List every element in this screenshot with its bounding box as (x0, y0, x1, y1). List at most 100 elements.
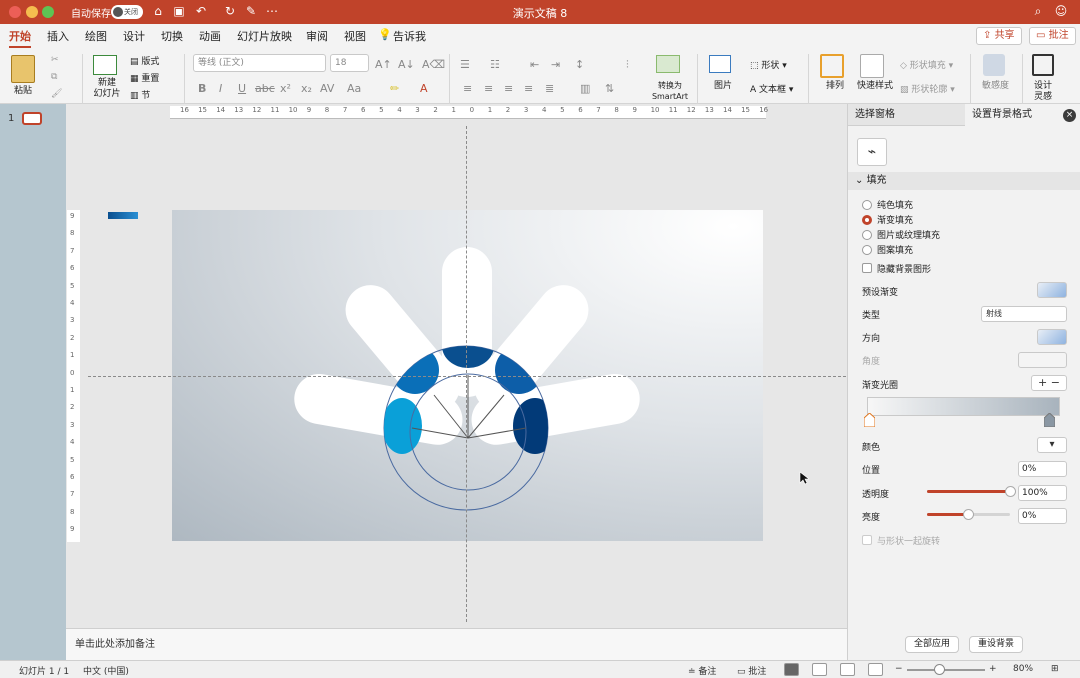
reset-button[interactable]: ▦ 重置 (130, 71, 159, 84)
slide-sorter-button[interactable] (812, 663, 827, 676)
align-center-icon[interactable]: ≡ (484, 82, 493, 95)
transparency-slider[interactable] (927, 486, 1016, 497)
language-status[interactable]: 中文 (中国) (83, 664, 129, 677)
brightness-slider[interactable] (927, 509, 1010, 520)
share-button[interactable]: ⇪ 共享 (976, 27, 1022, 45)
horizontal-guide[interactable] (88, 376, 846, 377)
font-color-icon[interactable]: A (420, 82, 428, 95)
preset-gradient-dropdown[interactable] (1037, 282, 1067, 298)
rotate-with-shape-checkbox[interactable] (862, 535, 872, 545)
direction-dropdown[interactable] (1037, 329, 1067, 345)
slideshow-button[interactable] (868, 663, 883, 676)
transparency-slider-knob[interactable] (1004, 486, 1016, 497)
radio-gradient-fill[interactable] (862, 215, 872, 225)
bold-button[interactable]: B (198, 82, 206, 95)
zoom-level[interactable]: 80% (1013, 664, 1033, 674)
tab-insert[interactable]: 插入 (47, 28, 69, 44)
font-name-combo[interactable]: 等线 (正文) (193, 54, 326, 72)
char-spacing-button[interactable]: AV (320, 82, 334, 95)
hide-bg-graphics-checkbox[interactable] (862, 263, 872, 273)
superscript-button[interactable]: x² (280, 82, 291, 95)
gradient-bar[interactable] (867, 397, 1060, 416)
align-text-icon[interactable]: ⫶ (626, 58, 629, 72)
close-pane-icon[interactable]: × (1063, 109, 1076, 122)
numbering-icon[interactable]: ☷ (490, 58, 500, 71)
normal-view-button[interactable] (784, 663, 799, 676)
shape-outline-button[interactable]: ▧ 形状轮廓 ▾ (900, 82, 955, 95)
tab-slideshow[interactable]: 幻灯片放映 (237, 28, 292, 44)
copy-icon[interactable]: ⧉ (51, 72, 57, 82)
cut-icon[interactable]: ✂ (51, 55, 59, 65)
line-spacing-icon[interactable]: ↕ (575, 58, 584, 71)
add-remove-stop-buttons[interactable]: + − (1031, 375, 1067, 391)
distribute-icon[interactable]: ≣ (545, 82, 554, 95)
tab-draw[interactable]: 绘图 (85, 28, 107, 44)
comments-toggle[interactable]: ▭ 批注 (737, 664, 766, 677)
position-spinner[interactable]: 0% (1018, 461, 1067, 477)
paste-icon[interactable] (11, 55, 35, 83)
section-button[interactable]: ▥ 节 (130, 88, 150, 101)
zoom-out-icon[interactable]: − (895, 664, 903, 674)
clear-format-icon[interactable]: A⌫ (422, 58, 445, 71)
account-icon[interactable]: ☺ (1053, 3, 1069, 19)
reset-background-button[interactable]: 重设背景 (969, 636, 1024, 653)
highlight-icon[interactable]: ✏ (390, 82, 399, 95)
grow-font-icon[interactable]: A↑ (375, 58, 392, 71)
increase-indent-icon[interactable]: ⇥ (551, 58, 560, 71)
brightness-slider-knob[interactable] (963, 509, 974, 520)
arrange-icon[interactable] (820, 54, 844, 78)
bullets-icon[interactable]: ☰ (460, 58, 470, 71)
quick-styles-icon[interactable] (860, 54, 884, 78)
subscript-button[interactable]: x₂ (301, 82, 312, 95)
radio-picture-fill[interactable] (862, 230, 872, 240)
fill-section-header[interactable]: ⌄ 填充 (848, 172, 1080, 190)
designer-icon[interactable] (1032, 54, 1054, 76)
sensitivity-icon[interactable] (983, 54, 1005, 76)
decrease-indent-icon[interactable]: ⇤ (530, 58, 539, 71)
brightness-spinner[interactable]: 0% (1018, 508, 1067, 524)
underline-button[interactable]: U (238, 82, 246, 95)
justify-icon[interactable]: ≡ (524, 82, 533, 95)
tiny-shape[interactable] (108, 212, 138, 219)
tab-home[interactable]: 开始 (9, 28, 31, 48)
gradient-stop-right[interactable] (1044, 413, 1055, 427)
gradient-stop-left[interactable] (864, 413, 875, 427)
text-direction-icon[interactable]: ⇅ (605, 82, 614, 95)
change-case-button[interactable]: Aa (347, 82, 361, 95)
angle-spinner[interactable] (1018, 352, 1067, 368)
apply-all-button[interactable]: 全部应用 (905, 636, 960, 653)
comments-button[interactable]: ▭ 批注 (1029, 27, 1076, 45)
strikethrough-button[interactable]: abc (255, 82, 275, 95)
radio-solid-fill[interactable] (862, 200, 872, 210)
reading-view-button[interactable] (840, 663, 855, 676)
italic-button[interactable]: I (219, 82, 222, 95)
notes-toggle[interactable]: ≐ 备注 (688, 664, 716, 677)
shape-fill-button[interactable]: ◇ 形状填充 ▾ (900, 58, 953, 71)
fill-bucket-icon[interactable]: ⌁ (857, 138, 887, 166)
shrink-font-icon[interactable]: A↓ (398, 58, 415, 71)
notes-area[interactable]: 单击此处添加备注 (66, 628, 847, 660)
format-painter-icon[interactable]: 🖌 (51, 89, 62, 99)
transparency-spinner[interactable]: 100% (1018, 485, 1067, 501)
zoom-in-icon[interactable]: + (989, 664, 997, 674)
layout-button[interactable]: ▤ 版式 (130, 54, 159, 67)
color-picker-button[interactable]: ▾ (1037, 437, 1067, 453)
tab-selection-pane[interactable]: 选择窗格 (848, 104, 965, 126)
align-left-icon[interactable]: ≡ (463, 82, 472, 95)
vertical-guide[interactable] (466, 126, 467, 622)
slide-thumbnail[interactable] (22, 112, 42, 125)
tab-transitions[interactable]: 切换 (161, 28, 183, 44)
convert-smartart-label[interactable]: 转换为 SmartArt (650, 80, 690, 102)
search-icon[interactable]: ⌕ (1030, 3, 1046, 19)
tab-animations[interactable]: 动画 (199, 28, 221, 44)
columns-icon[interactable]: ▥ (580, 82, 590, 95)
radio-pattern-fill[interactable] (862, 245, 872, 255)
new-slide-icon[interactable] (93, 55, 117, 75)
type-dropdown[interactable]: 射线 (981, 306, 1067, 322)
smartart-icon[interactable] (656, 55, 680, 73)
picture-icon[interactable] (709, 55, 731, 73)
textbox-button[interactable]: A 文本框 ▾ (750, 82, 793, 95)
tab-review[interactable]: 审阅 (306, 28, 328, 44)
zoom-slider[interactable] (907, 664, 985, 675)
align-right-icon[interactable]: ≡ (504, 82, 513, 95)
